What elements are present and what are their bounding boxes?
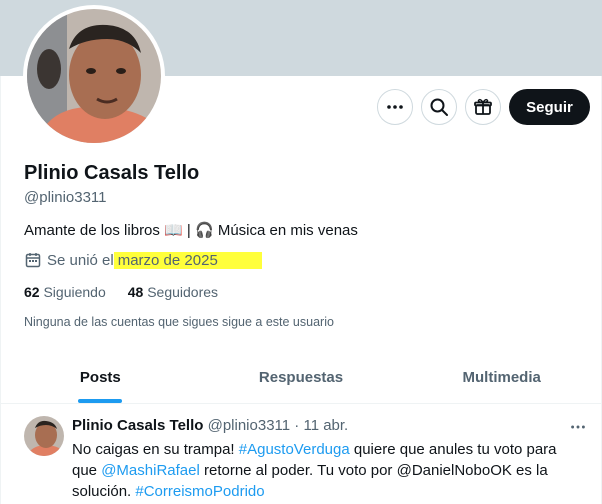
gift-icon xyxy=(474,98,492,115)
tab-replies-label: Respuestas xyxy=(258,369,344,386)
hashtag-link[interactable]: #CorreismoPodrido xyxy=(135,483,264,500)
more-icon xyxy=(387,105,403,109)
post-avatar-image xyxy=(24,416,64,456)
tab-posts-label: Posts xyxy=(79,369,121,386)
followers-count: 48 xyxy=(127,284,144,300)
post-more-button[interactable] xyxy=(566,417,590,437)
following-count: 62 xyxy=(24,284,40,300)
more-icon xyxy=(571,425,585,429)
post-header: Plinio Casals Tello @plinio3311 · 11 abr… xyxy=(72,417,348,434)
profile-bio: Amante de los libros 📖 | 🎧 Música en mis… xyxy=(24,222,358,239)
search-button[interactable] xyxy=(421,89,457,125)
follow-button[interactable]: Seguir xyxy=(509,89,590,125)
tab-replies[interactable]: Respuestas xyxy=(201,352,402,403)
profile-handle: @plinio3311 xyxy=(24,189,107,206)
following-link[interactable]: 62 Siguiendo xyxy=(24,284,106,300)
tab-media[interactable]: Multimedia xyxy=(401,352,602,403)
mention-link[interactable]: @MashiRafael xyxy=(101,462,200,479)
hashtag-link[interactable]: #AgustoVerduga xyxy=(239,441,350,458)
tab-media-label: Multimedia xyxy=(462,369,541,386)
gift-button[interactable] xyxy=(465,89,501,125)
more-button[interactable] xyxy=(377,89,413,125)
joined-date-row: Se unió el marzo de 2025 xyxy=(24,251,262,269)
profile-name: Plinio Casals Tello xyxy=(24,162,200,184)
followers-you-know-note: Ninguna de las cuentas que sigues sigue … xyxy=(24,315,334,329)
profile-tabs: Posts Respuestas Multimedia xyxy=(0,352,602,404)
post-item[interactable]: Plinio Casals Tello @plinio3311 · 11 abr… xyxy=(0,404,602,504)
profile-avatar-ring[interactable] xyxy=(23,5,165,147)
post-author-name[interactable]: Plinio Casals Tello xyxy=(72,417,203,434)
profile-avatar-image xyxy=(27,9,161,143)
followers-link[interactable]: 48 Seguidores xyxy=(128,284,218,300)
post-separator: · xyxy=(294,417,300,434)
active-tab-indicator xyxy=(78,399,123,403)
follow-stats: 62 Siguiendo 48 Seguidores xyxy=(24,284,218,300)
joined-date-highlight: marzo de 2025 xyxy=(113,251,262,269)
post-avatar[interactable] xyxy=(24,416,64,456)
post-text-part: No caigas en su trampa! xyxy=(72,441,239,458)
followers-label: Seguidores xyxy=(147,284,219,300)
profile-avatar[interactable] xyxy=(27,9,161,143)
post-text: No caigas en su trampa! #AgustoVerduga q… xyxy=(72,439,572,502)
joined-prefix: Se unió el xyxy=(47,251,114,269)
post-time[interactable]: 11 abr. xyxy=(303,417,348,434)
post-author-handle[interactable]: @plinio3311 xyxy=(208,417,291,434)
following-label: Siguiendo xyxy=(43,284,106,300)
tab-posts[interactable]: Posts xyxy=(0,352,201,403)
search-icon xyxy=(430,98,448,116)
calendar-icon xyxy=(25,253,41,268)
